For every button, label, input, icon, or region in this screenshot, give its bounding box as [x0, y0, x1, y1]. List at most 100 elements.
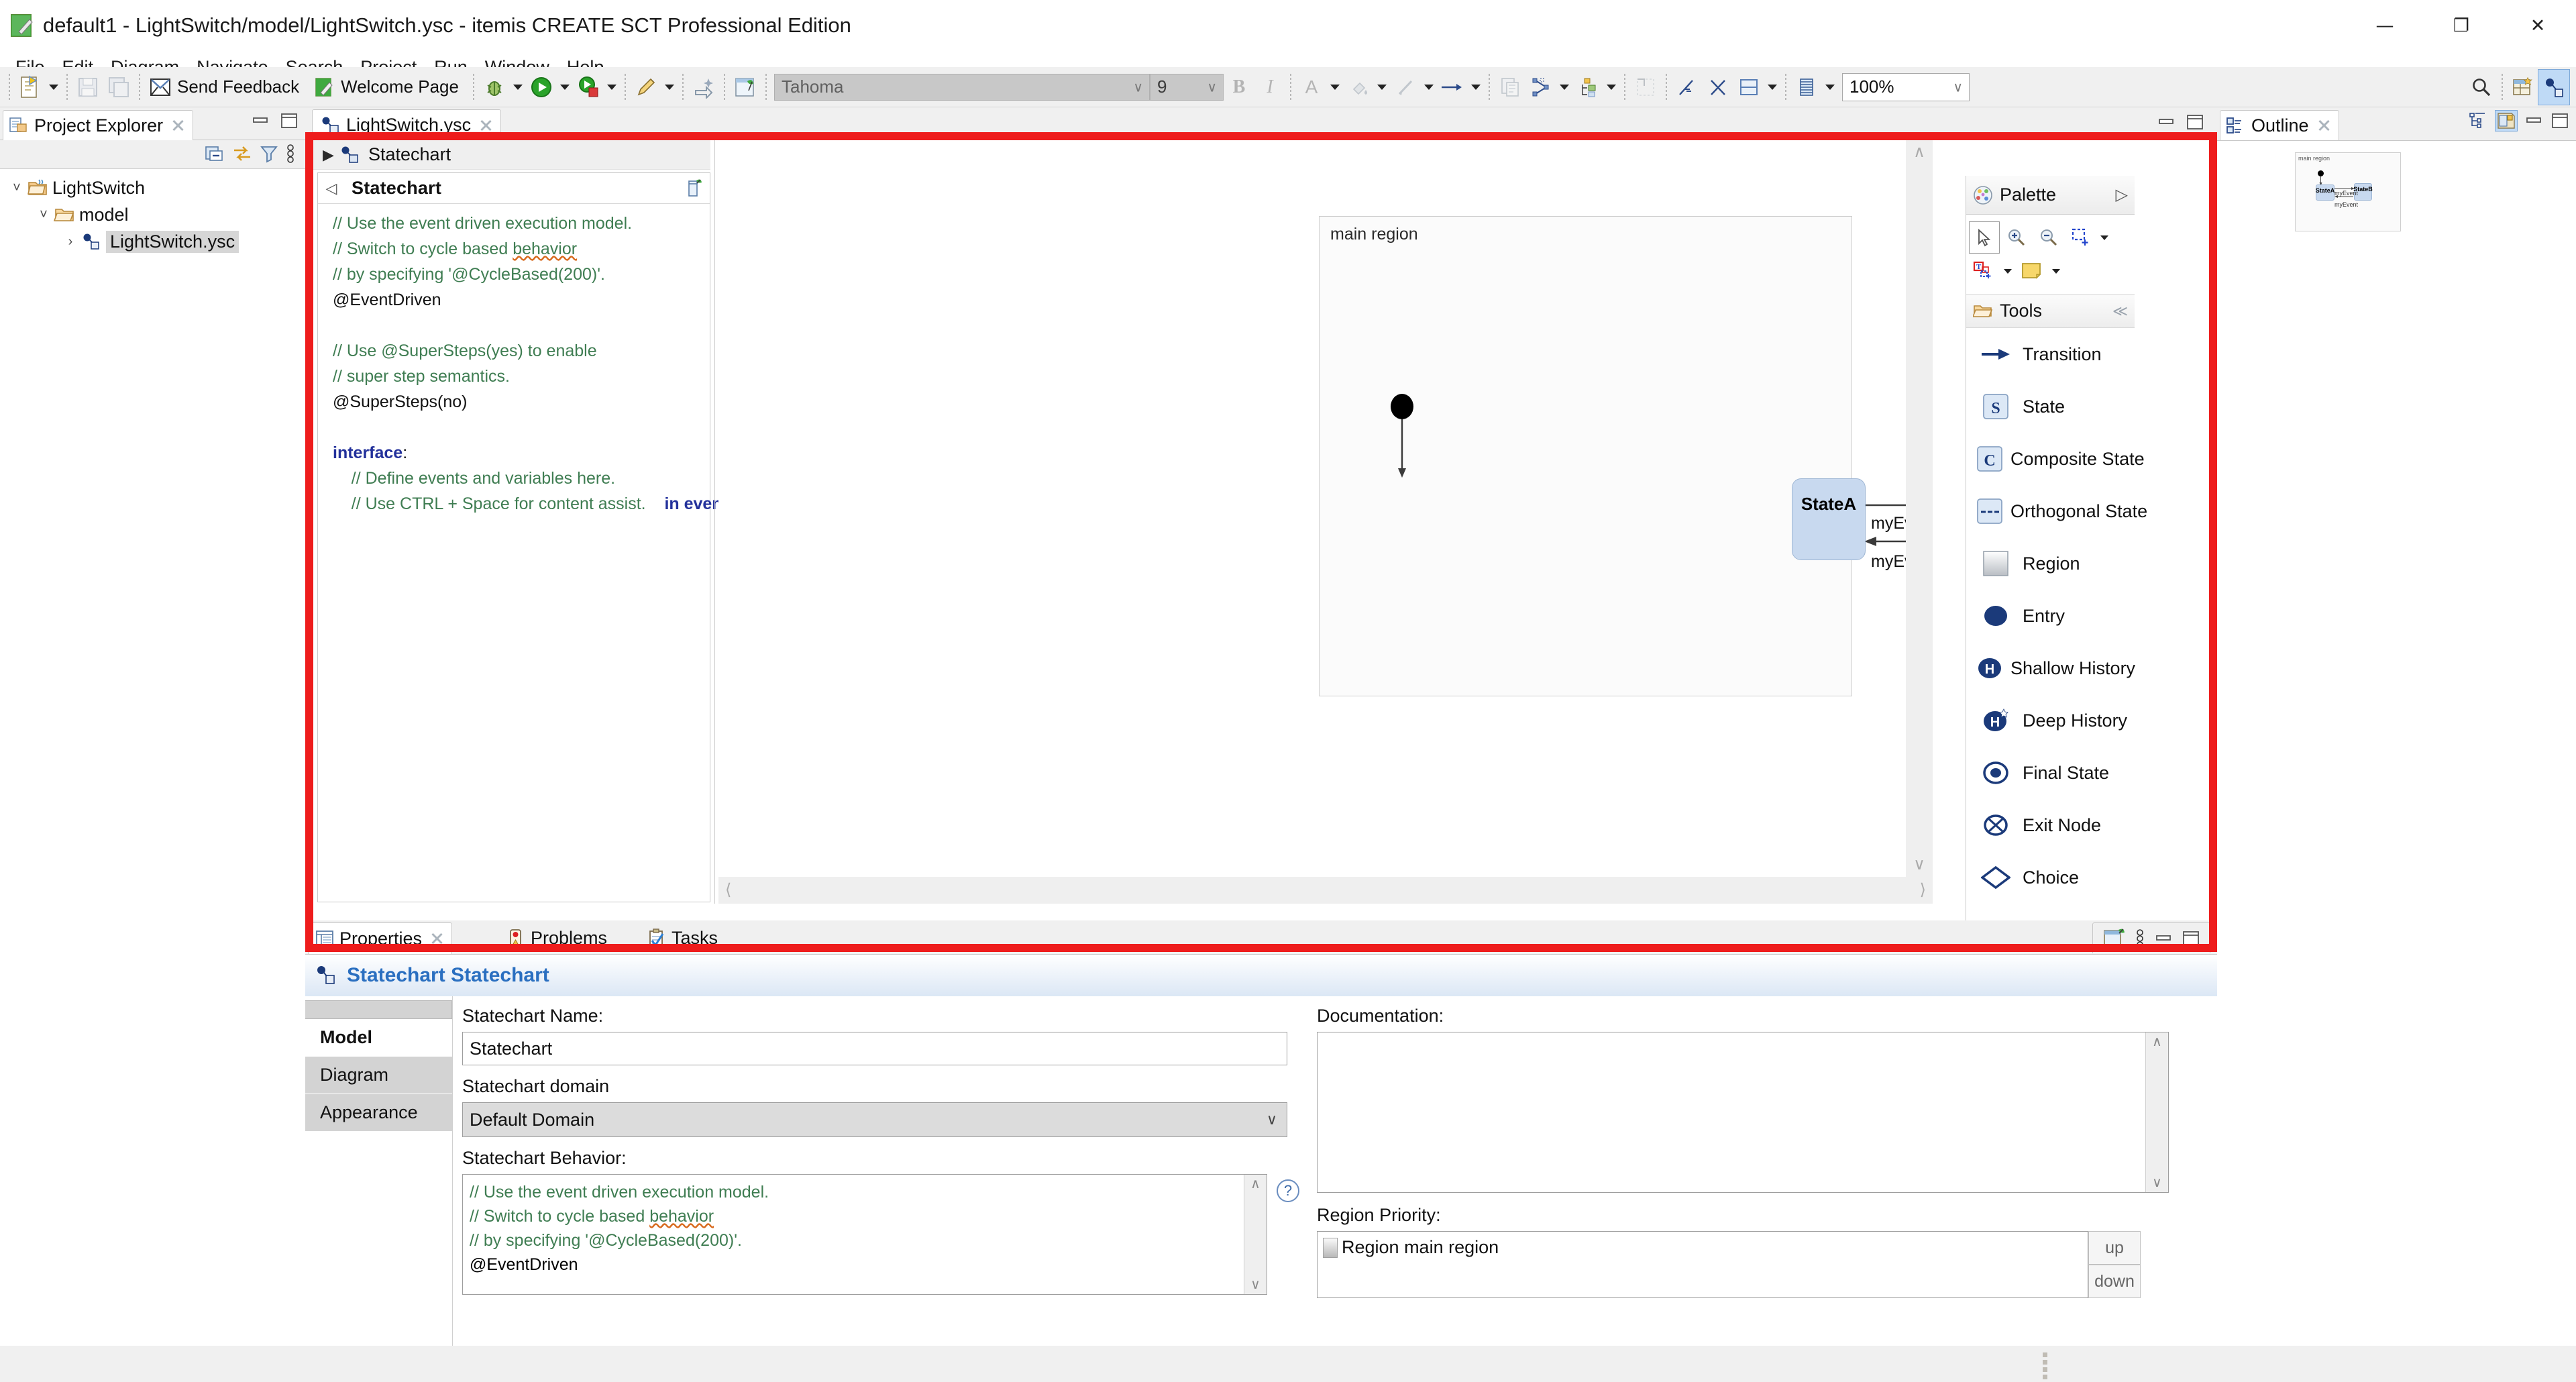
fill-color-button[interactable]: [1343, 70, 1374, 105]
minimize-button[interactable]: —: [2347, 0, 2423, 51]
chevron-right-icon[interactable]: ▶: [323, 146, 339, 164]
tool-region[interactable]: Region: [1966, 537, 2135, 590]
collapse-left-icon[interactable]: ◁: [325, 180, 338, 197]
font-color-caret[interactable]: [1327, 70, 1343, 105]
close-icon[interactable]: [479, 119, 492, 132]
font-color-button[interactable]: A: [1296, 70, 1327, 105]
welcome-page-button[interactable]: Welcome Page: [309, 70, 468, 105]
run-external-tools-button[interactable]: [573, 70, 604, 105]
resize-grip[interactable]: [2043, 1352, 2047, 1379]
line-color-button[interactable]: [1390, 70, 1421, 105]
canvas-vertical-scrollbar[interactable]: ∧ ∨: [1906, 140, 1933, 877]
chevron-right-icon[interactable]: ›: [60, 234, 80, 250]
help-icon[interactable]: ?: [1277, 1179, 1299, 1202]
zoom-in-tool-button[interactable]: [2001, 221, 2032, 254]
marquee-caret[interactable]: [2098, 221, 2111, 254]
save-button[interactable]: [72, 70, 103, 105]
collapse-tools-icon[interactable]: ≪: [2112, 303, 2128, 320]
copy-appearance-button[interactable]: [1495, 70, 1525, 105]
tab-lightswitch-ysc[interactable]: LightSwitch.ysc: [312, 109, 502, 140]
collapse-all-button[interactable]: [205, 144, 225, 163]
editor-splitter[interactable]: [714, 140, 715, 904]
side-tab-model[interactable]: Model: [305, 1019, 452, 1057]
search-button[interactable]: [2466, 70, 2497, 105]
font-family-combo[interactable]: Tahoma ∨: [773, 73, 1150, 101]
properties-view-menu-button[interactable]: [2135, 928, 2145, 949]
line-style-caret[interactable]: [1468, 70, 1484, 105]
tool-transition[interactable]: Transition: [1966, 328, 2135, 380]
select-tool-button[interactable]: [1969, 221, 2000, 254]
split-view-button[interactable]: [1733, 70, 1764, 105]
scroll-down-icon[interactable]: ∨: [1913, 857, 1925, 873]
zoom-combo[interactable]: 100% ∨: [1841, 72, 1970, 101]
note-tool-button[interactable]: [2017, 255, 2048, 287]
zoom-out-tool-button[interactable]: [2033, 221, 2064, 254]
state-node-a[interactable]: StateA: [1792, 478, 1866, 560]
bold-button[interactable]: B: [1224, 70, 1254, 105]
line-jump-button[interactable]: [1672, 70, 1703, 105]
restore-outline-button[interactable]: [2525, 113, 2542, 129]
statechart-code[interactable]: // Use the event driven execution model.…: [318, 204, 798, 517]
statechart-perspective-active[interactable]: [2538, 69, 2570, 105]
close-icon[interactable]: [2317, 119, 2330, 132]
region-priority-list[interactable]: Region main region: [1317, 1231, 2088, 1298]
diagram-canvas[interactable]: main region StateA StateB myEvent m: [718, 140, 1933, 877]
tree-item-lightswitch[interactable]: ˅ LightSwitch: [0, 174, 305, 201]
run-dropdown-caret[interactable]: [557, 70, 573, 105]
canvas-horizontal-scrollbar[interactable]: ⟨ ⟩: [718, 877, 1933, 904]
tab-problems[interactable]: Problems: [500, 922, 615, 954]
text-tool-caret[interactable]: [2001, 255, 2015, 287]
documentation-textarea[interactable]: ∧ ∨: [1317, 1032, 2169, 1193]
maximize-outline-button[interactable]: [2551, 112, 2569, 129]
tab-outline[interactable]: Outline: [2220, 110, 2339, 140]
arrange-caret[interactable]: [1556, 70, 1572, 105]
pencil-dropdown-caret[interactable]: [661, 70, 678, 105]
split-view-caret[interactable]: [1764, 70, 1780, 105]
font-size-combo[interactable]: 9 ∨: [1149, 73, 1224, 101]
italic-button[interactable]: I: [1254, 70, 1285, 105]
tool-exit-node[interactable]: Exit Node: [1966, 799, 2135, 851]
side-tab-appearance[interactable]: Appearance: [305, 1094, 452, 1132]
open-perspective-button[interactable]: [2508, 70, 2538, 105]
run-button[interactable]: [526, 70, 557, 105]
tab-properties[interactable]: Properties: [308, 922, 453, 954]
statechart-definition-header[interactable]: ▶ Statechart: [313, 140, 710, 170]
marquee-tool-button[interactable]: [2065, 221, 2096, 254]
tool-choice[interactable]: Choice: [1966, 851, 2135, 904]
scroll-up-icon[interactable]: ∧: [1913, 144, 1925, 160]
line-color-caret[interactable]: [1421, 70, 1437, 105]
palette-tools-section-header[interactable]: Tools ≪: [1966, 295, 2135, 328]
arrange-all-button[interactable]: [1525, 70, 1556, 105]
note-tool-caret[interactable]: [2049, 255, 2063, 287]
scroll-up-icon[interactable]: ∧: [2152, 1035, 2162, 1049]
statechart-domain-select[interactable]: Default Domain ∨: [462, 1102, 1287, 1137]
chevron-down-icon[interactable]: ˅: [7, 180, 27, 196]
close-icon[interactable]: [430, 932, 443, 945]
region-priority-item[interactable]: Region main region: [1323, 1237, 1499, 1258]
tree-item-lightswitch-ysc[interactable]: › LightSwitch.ysc: [0, 228, 305, 255]
pencil-button[interactable]: [631, 70, 661, 105]
scroll-down-icon[interactable]: ∨: [2152, 1176, 2162, 1189]
maximize-editor-button[interactable]: [2186, 113, 2204, 131]
scroll-up-icon[interactable]: ∧: [1250, 1177, 1260, 1191]
new-dropdown-caret[interactable]: [46, 70, 62, 105]
quick-fix-button[interactable]: [688, 70, 719, 105]
restore-properties-button[interactable]: [2155, 931, 2172, 947]
send-feedback-button[interactable]: Send Feedback: [145, 70, 309, 105]
layers-caret[interactable]: [1822, 70, 1838, 105]
debug-dropdown-caret[interactable]: [510, 70, 526, 105]
filter-button[interactable]: [260, 144, 278, 163]
outline-tree-view-button[interactable]: [2469, 111, 2487, 130]
new-button[interactable]: [15, 70, 46, 105]
tree-item-model[interactable]: ˅ model: [0, 201, 305, 228]
align-caret[interactable]: [1603, 70, 1619, 105]
outline-thumbnail[interactable]: main region StateA StateB myEvent myEven…: [2217, 140, 2576, 1346]
external-tools-caret[interactable]: [604, 70, 620, 105]
close-icon[interactable]: [171, 119, 184, 132]
palette-expand-icon[interactable]: ▷: [2116, 185, 2128, 205]
text-tool-button[interactable]: T: [1969, 255, 2000, 287]
tool-orthogonal-state[interactable]: Orthogonal State: [1966, 485, 2147, 537]
statechart-name-input[interactable]: Statechart: [462, 1032, 1287, 1065]
tab-tasks[interactable]: Tasks: [641, 922, 726, 954]
documentation-scrollbar[interactable]: ∧ ∨: [2145, 1032, 2168, 1192]
